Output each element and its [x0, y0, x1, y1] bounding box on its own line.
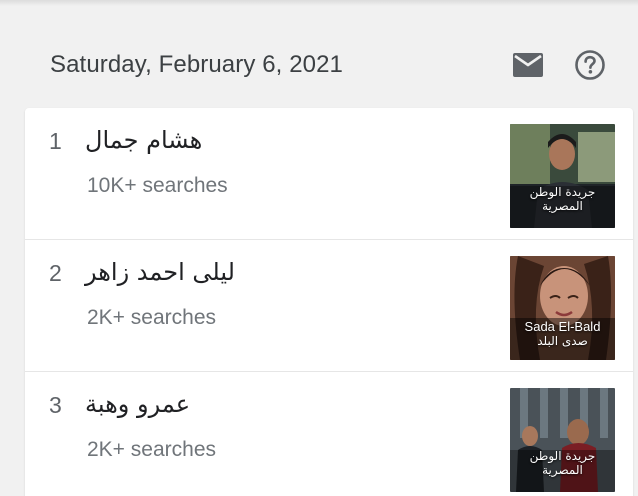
trend-thumbnail[interactable]: جريدة الوطن المصرية [510, 388, 615, 492]
trend-search-count: 2K+ searches [87, 306, 216, 329]
help-button[interactable] [573, 49, 607, 86]
trend-query[interactable]: ليلى احمد زاهر [85, 258, 235, 286]
trend-rank: 3 [49, 392, 62, 418]
mail-icon [512, 52, 544, 83]
thumb-caption: Sada El-Bald [524, 319, 601, 334]
thumb-caption: المصرية [542, 198, 583, 213]
thumb-caption: جريدة الوطن [529, 449, 596, 463]
header: Saturday, February 6, 2021 [0, 36, 638, 96]
trend-search-count: 2K+ searches [87, 438, 216, 461]
thumb-caption: صدى البلد [537, 333, 588, 348]
trend-query[interactable]: هشام جمال [85, 126, 202, 154]
thumb-caption: المصرية [542, 462, 583, 477]
mail-button[interactable] [511, 50, 545, 84]
trend-query[interactable]: عمرو وهبة [85, 390, 190, 418]
date-heading: Saturday, February 6, 2021 [50, 51, 343, 78]
trend-thumbnail[interactable]: جريدة الوطن المصرية [510, 124, 615, 228]
trend-item[interactable]: 2 ليلى احمد زاهر 2K+ searches Sada El-Ba… [25, 240, 633, 372]
top-edge-shadow [0, 0, 638, 6]
thumb-caption: جريدة الوطن [529, 185, 596, 199]
trend-rank: 2 [49, 260, 62, 286]
help-circle-icon [574, 49, 606, 86]
trend-item[interactable]: 1 هشام جمال 10K+ searches جريدة الوطن ال… [25, 108, 633, 240]
trend-thumbnail[interactable]: Sada El-Bald صدى البلد [510, 256, 615, 360]
trend-item[interactable]: 3 عمرو وهبة 2K+ searches جريدة الوطن الم… [25, 372, 633, 496]
trend-search-count: 10K+ searches [87, 174, 228, 197]
trends-card: 1 هشام جمال 10K+ searches جريدة الوطن ال… [25, 108, 633, 496]
trend-rank: 1 [49, 128, 62, 154]
